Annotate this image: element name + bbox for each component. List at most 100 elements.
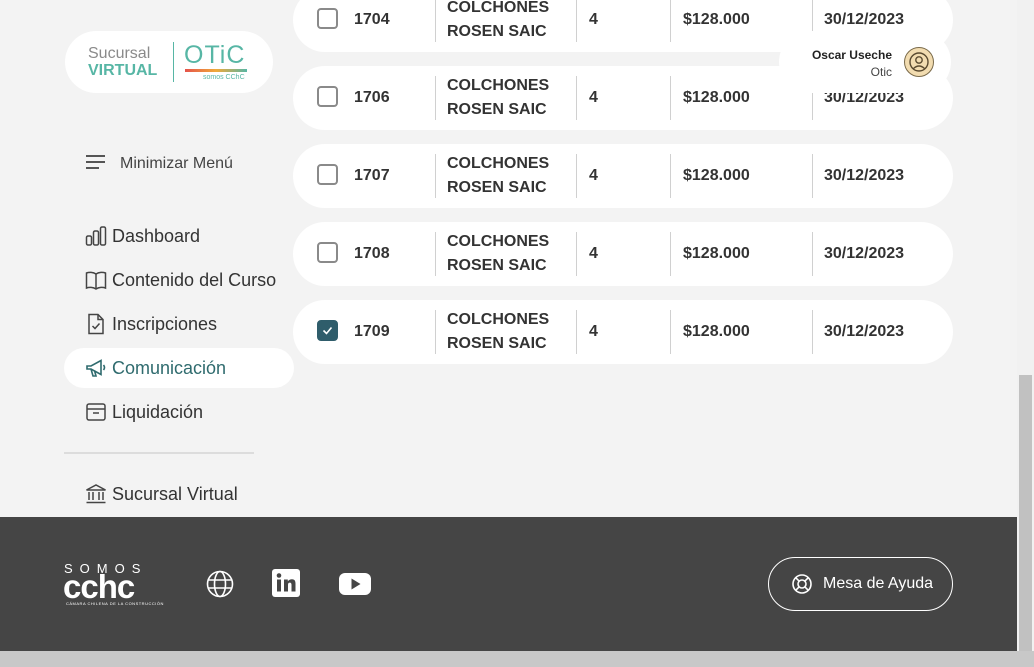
row-quantity: 4 — [589, 323, 598, 340]
row-company: COLCHONES ROSEN SAIC — [447, 74, 557, 122]
row-amount: $128.000 — [683, 11, 750, 28]
minimize-menu-button[interactable]: Minimizar Menú — [86, 153, 233, 175]
row-date: 30/12/2023 — [824, 167, 905, 184]
row-company: COLCHONES ROSEN SAIC — [447, 0, 557, 44]
help-desk-button[interactable]: Mesa de Ayuda — [768, 557, 953, 611]
minimize-menu-label: Minimizar Menú — [120, 155, 233, 172]
bottom-strip — [0, 651, 1034, 667]
row-id: 1706 — [354, 89, 390, 106]
megaphone-icon — [85, 357, 107, 379]
column-divider — [812, 154, 813, 198]
row-amount: $128.000 — [683, 245, 750, 262]
avatar — [904, 47, 934, 77]
sidebar-item-label: Inscripciones — [112, 313, 218, 334]
table-row: 1707 COLCHONES ROSEN SAIC 4 $128.000 30/1… — [293, 144, 953, 208]
sidebar-item-dashboard[interactable]: Dashboard — [64, 216, 294, 256]
row-company-line2: ROSEN SAIC — [447, 101, 547, 118]
user-icon — [909, 52, 929, 72]
column-divider — [435, 154, 436, 198]
column-divider — [670, 76, 671, 120]
sidebar-divider — [64, 452, 254, 454]
row-quantity: 4 — [589, 89, 598, 106]
column-divider — [670, 310, 671, 354]
row-quantity: 4 — [589, 11, 598, 28]
sidebar-item-label: Liquidación — [112, 401, 204, 422]
row-company: COLCHONES ROSEN SAIC — [447, 152, 557, 200]
globe-icon[interactable] — [205, 569, 235, 599]
column-divider — [435, 76, 436, 120]
row-amount: $128.000 — [683, 89, 750, 106]
row-id: 1709 — [354, 323, 390, 340]
archive-icon — [85, 401, 107, 423]
user-name: Oscar Useche — [811, 48, 892, 62]
column-divider — [812, 310, 813, 354]
row-amount: $128.000 — [683, 323, 750, 340]
sidebar-item-comunicacion[interactable]: Comunicación — [64, 348, 294, 388]
sidebar-item-liquidacion[interactable]: Liquidación — [64, 392, 294, 432]
otic-sub: somos CChC — [203, 74, 245, 81]
help-desk-label: Mesa de Ayuda — [823, 575, 934, 592]
check-icon — [322, 326, 333, 335]
row-id: 1704 — [354, 11, 390, 28]
row-company: COLCHONES ROSEN SAIC — [447, 230, 557, 278]
row-company-line2: ROSEN SAIC — [447, 23, 547, 40]
sidebar-item-label: Comunicación — [112, 357, 227, 378]
sidebar-item-inscripciones[interactable]: Inscripciones — [64, 304, 294, 344]
row-company-line1: COLCHONES — [447, 155, 550, 172]
row-company: COLCHONES ROSEN SAIC — [447, 308, 557, 356]
column-divider — [812, 232, 813, 276]
column-divider — [435, 0, 436, 42]
linkedin-icon[interactable] — [272, 569, 302, 599]
lifebuoy-icon — [791, 573, 813, 600]
brand-sucursal: Sucursal — [88, 45, 151, 62]
youtube-icon[interactable] — [339, 569, 371, 599]
row-amount: $128.000 — [683, 167, 750, 184]
table-row: 1709 COLCHONES ROSEN SAIC 4 $128.000 30/1… — [293, 300, 953, 364]
scrollbar[interactable] — [1017, 0, 1034, 651]
cchc-subtitle: CÁMARA CHILENA DE LA CONSTRUCCIÓN — [66, 601, 164, 606]
row-checkbox[interactable] — [317, 8, 338, 29]
column-divider — [576, 76, 577, 120]
file-check-icon — [85, 313, 107, 335]
row-company-line1: COLCHONES — [447, 311, 550, 328]
user-menu[interactable]: Oscar Useche Otic — [779, 31, 951, 93]
column-divider — [435, 232, 436, 276]
row-quantity: 4 — [589, 167, 598, 184]
column-divider — [576, 154, 577, 198]
book-icon — [85, 269, 107, 291]
row-company-line2: ROSEN SAIC — [447, 335, 547, 352]
row-checkbox[interactable] — [317, 320, 338, 341]
row-checkbox[interactable] — [317, 164, 338, 185]
bar-chart-icon — [85, 225, 107, 247]
cchc-logo: cchc — [63, 568, 135, 605]
row-company-line2: ROSEN SAIC — [447, 179, 547, 196]
column-divider — [576, 310, 577, 354]
brand-divider — [173, 42, 174, 82]
row-company-line1: COLCHONES — [447, 233, 550, 250]
table-row: 1708 COLCHONES ROSEN SAIC 4 $128.000 30/1… — [293, 222, 953, 286]
row-checkbox[interactable] — [317, 242, 338, 263]
brand-logo[interactable]: Sucursal VIRTUAL OTiC somos CChC — [65, 31, 273, 93]
column-divider — [670, 154, 671, 198]
otic-logo: OTiC — [184, 41, 246, 69]
sidebar-item-contenido[interactable]: Contenido del Curso — [64, 260, 294, 300]
scrollbar-thumb[interactable] — [1019, 375, 1032, 651]
hamburger-icon — [86, 154, 105, 174]
row-quantity: 4 — [589, 245, 598, 262]
column-divider — [670, 232, 671, 276]
otic-logo-bar — [185, 69, 247, 72]
sidebar-item-label: Sucursal Virtual — [112, 483, 238, 504]
column-divider — [576, 232, 577, 276]
user-role: Otic — [870, 65, 892, 79]
row-company-line1: COLCHONES — [447, 77, 550, 94]
row-company-line2: ROSEN SAIC — [447, 257, 547, 274]
sidebar-item-sucursal-virtual[interactable]: Sucursal Virtual — [64, 474, 294, 514]
row-id: 1708 — [354, 245, 390, 262]
row-checkbox[interactable] — [317, 86, 338, 107]
column-divider — [435, 310, 436, 354]
sidebar-item-label: Dashboard — [112, 225, 201, 246]
row-date: 30/12/2023 — [824, 245, 905, 262]
row-id: 1707 — [354, 167, 390, 184]
column-divider — [670, 0, 671, 42]
brand-virtual: VIRTUAL — [88, 62, 158, 79]
